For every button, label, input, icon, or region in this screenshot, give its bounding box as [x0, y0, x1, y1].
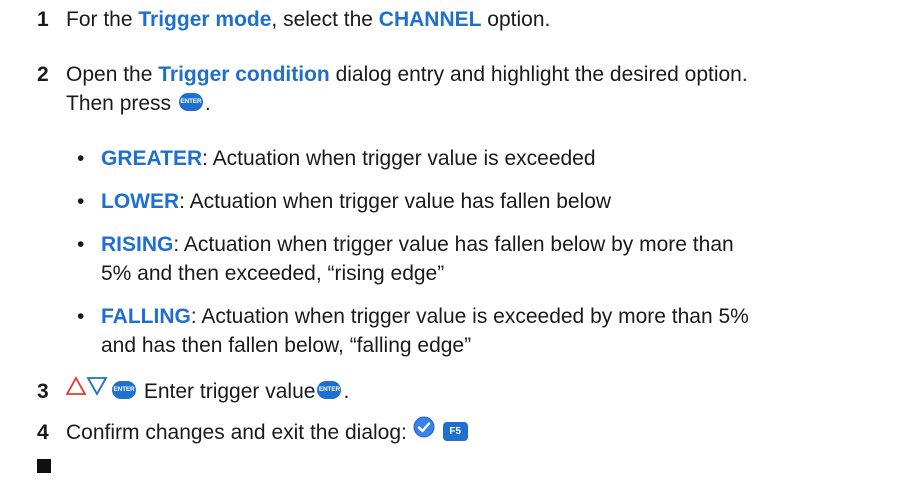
bullet: •	[77, 233, 85, 256]
step-number: 1	[37, 8, 49, 31]
channel-term: CHANNEL	[378, 8, 482, 31]
bullet: •	[77, 147, 85, 170]
enter-key-icon: ENTER	[178, 93, 203, 112]
option-term: RISING	[101, 233, 174, 256]
step-number: 2	[37, 63, 49, 86]
check-circle-icon	[413, 416, 435, 446]
step-text: Open the Trigger condition dialog entry …	[66, 63, 748, 115]
step-number: 3	[37, 380, 49, 403]
option-term: GREATER	[101, 147, 203, 170]
f5-key-icon: F5	[442, 421, 468, 441]
step-number: 4	[37, 421, 49, 444]
trigger-condition-term: Trigger condition	[158, 63, 330, 86]
step-text: Confirm changes and exit the dialog: F5	[66, 416, 916, 448]
option-term: FALLING	[101, 305, 191, 328]
end-of-section-square	[37, 459, 51, 473]
enter-key-icon: ENTER	[317, 381, 342, 400]
bullet: •	[77, 190, 85, 213]
option-term: LOWER	[101, 190, 180, 213]
enter-key-icon: ENTER	[112, 381, 136, 400]
step-text: For the Trigger mode, select the CHANNEL…	[66, 8, 551, 31]
trigger-mode-term: Trigger mode	[138, 8, 272, 31]
up-down-arrows-icon	[65, 375, 110, 405]
bullet: •	[77, 305, 85, 328]
step-text: ENTER Enter trigger value ENTER.	[65, 375, 916, 407]
